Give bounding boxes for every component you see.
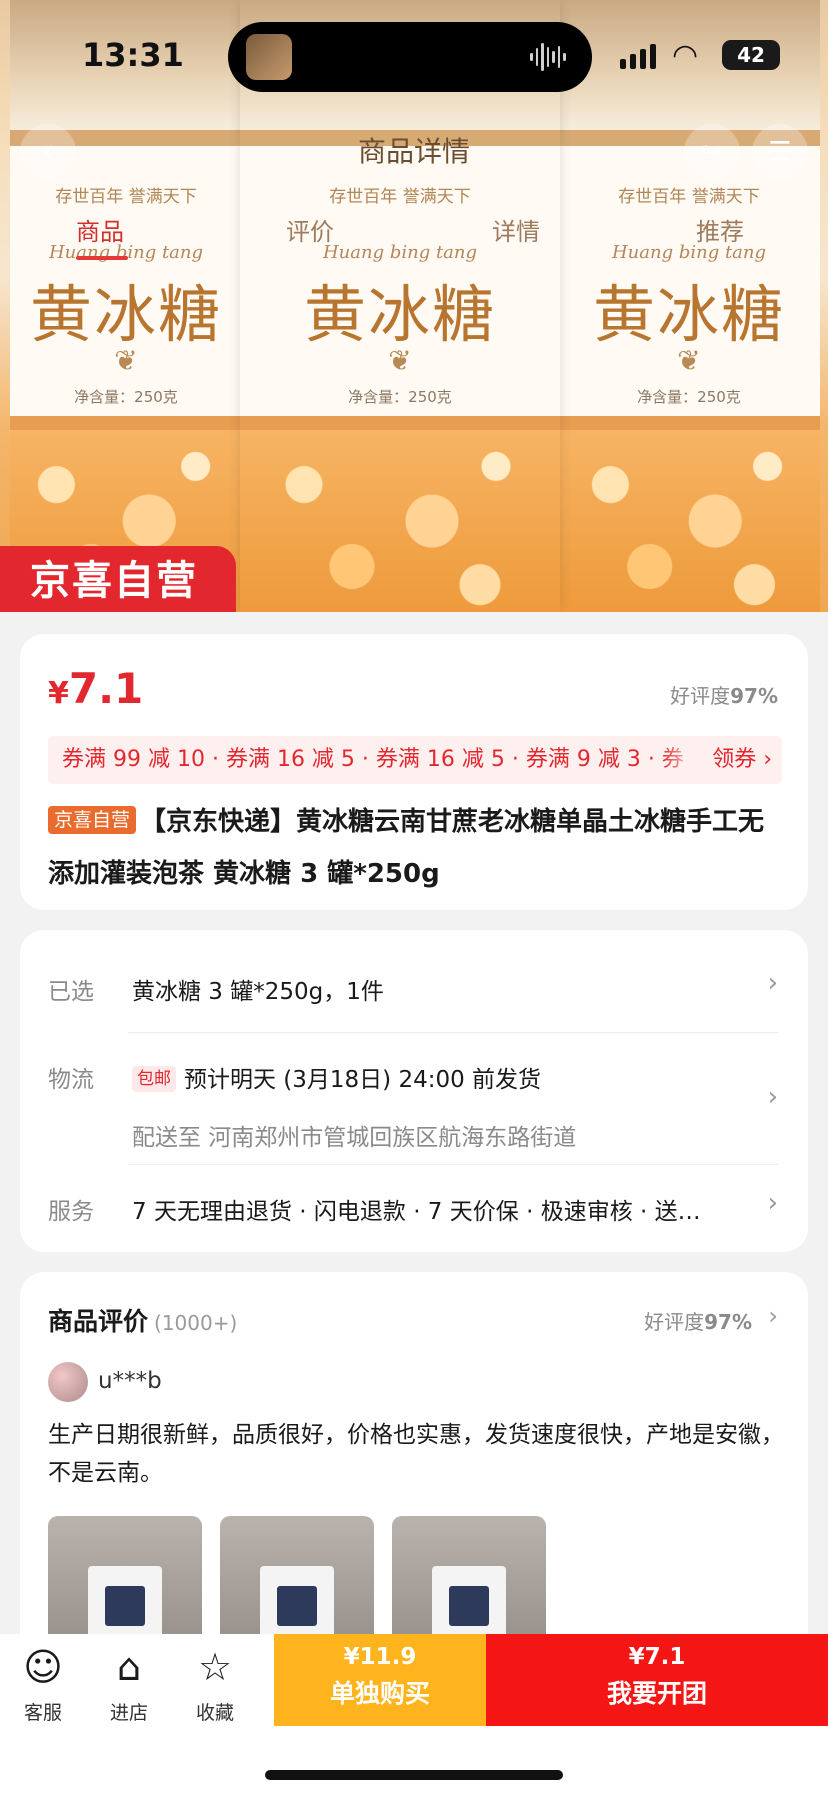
self-operated-tag: 京喜自营 xyxy=(48,806,137,834)
ship-time-text: 预计明天 (3月18日) 24:00 前发货 xyxy=(184,1067,542,1093)
chevron-right-icon[interactable]: › xyxy=(768,1302,778,1330)
audio-wave-icon xyxy=(530,42,567,72)
group-label: 我要开团 xyxy=(606,1679,707,1708)
price-value: 7.1 xyxy=(68,664,144,713)
wifi-icon: ◠ xyxy=(672,38,699,73)
status-time: 13:31 xyxy=(82,36,184,74)
more-menu-button[interactable]: ☰ xyxy=(752,124,808,180)
service-value: 7 天无理由退货 · 闪电退款 · 7 天价保 · 极速审核 · 送… xyxy=(132,1199,701,1225)
buy-alone-button[interactable]: ¥11.9 单独购买 xyxy=(274,1634,486,1726)
divider xyxy=(128,1164,778,1165)
review-title: 商品评价 xyxy=(48,1307,149,1336)
review-count: (1000+) xyxy=(154,1311,238,1335)
product-title: 京喜自营 【京东快递】黄冰糖云南甘蔗老冰糖单晶土冰糖手工无添加灌装泡茶 黄冰糖 3… xyxy=(48,796,788,900)
jar-name: 黄冰糖 xyxy=(29,278,222,351)
rating: 好评度97% xyxy=(670,680,778,709)
detail-tabs: 商品 评价 详情 推荐 xyxy=(0,212,828,252)
ornament-icon: ❦ xyxy=(114,344,138,377)
status-bar: 13:31 ◠ 42 xyxy=(0,0,828,110)
buy-alone-label: 单独购买 xyxy=(329,1679,430,1708)
customer-service-label: 客服 xyxy=(23,1702,62,1724)
coupon-list: 券满 99 减 10 · 券满 16 减 5 · 券满 16 减 5 · 券满 … xyxy=(62,747,684,772)
jar-name: 黄冰糖 xyxy=(592,278,785,351)
now-playing-artwork xyxy=(246,34,292,80)
jar-label: 存世百年 誉满天下 Huang bing tang 黄冰糖 ❦ 净含量：250克 xyxy=(240,130,560,430)
coupon-fade: 领券 › xyxy=(662,736,782,784)
review-text: 生产日期很新鲜，品质很好，价格也实惠，发货速度很快，产地是安徽，不是云南。 xyxy=(48,1422,784,1486)
divider xyxy=(128,1032,778,1033)
smiley-icon: ☺ xyxy=(23,1645,63,1689)
review-card: 商品评价 (1000+) 好评度97% › u***b 生产日期很新鲜，品质很好，… xyxy=(20,1272,808,1692)
chevron-right-icon: › xyxy=(767,1082,778,1112)
favorite-label: 收藏 xyxy=(195,1702,234,1724)
review-rating-value: 97% xyxy=(704,1310,752,1334)
free-shipping-badge: 包邮 xyxy=(132,1066,176,1092)
jar-name: 黄冰糖 xyxy=(303,278,496,351)
coupon-bar[interactable]: 券满 99 减 10 · 券满 16 减 5 · 券满 16 减 5 · 券满 … xyxy=(48,736,782,784)
store-button[interactable]: ⌂ 进店 xyxy=(94,1644,164,1725)
ornament-icon: ❦ xyxy=(677,344,701,377)
group-price: ¥7.1 xyxy=(628,1644,686,1670)
store-icon: ⌂ xyxy=(116,1645,142,1689)
share-button[interactable]: ↪ xyxy=(684,124,740,180)
jar-net: 净含量：250克 xyxy=(74,388,178,406)
avatar xyxy=(48,1362,88,1402)
product-title-text: 【京东快递】黄冰糖云南甘蔗老冰糖单晶土冰糖手工无添加灌装泡茶 黄冰糖 3 罐*2… xyxy=(48,807,765,889)
jar-subtitle: 存世百年 誉满天下 xyxy=(55,187,197,207)
review-rating[interactable]: 好评度97% xyxy=(644,1306,752,1335)
jar-net: 净含量：250克 xyxy=(637,388,741,406)
selected-value: 黄冰糖 3 罐*250g，1件 xyxy=(132,979,384,1005)
tab-reviews[interactable]: 评价 xyxy=(286,212,334,247)
price: ¥7.1 xyxy=(48,664,143,713)
reviewer-name: u***b xyxy=(98,1368,162,1394)
ornament-icon: ❦ xyxy=(388,344,412,377)
chevron-right-icon: › xyxy=(767,968,778,998)
logistics-label: 物流 xyxy=(48,1067,94,1093)
active-tab-indicator xyxy=(76,256,128,260)
tab-product[interactable]: 商品 xyxy=(76,212,124,247)
sugar-crystals xyxy=(558,430,820,612)
product-hero-image[interactable]: 存世百年 誉满天下 Huang bing tang 黄冰糖 ❦ 净含量：250克… xyxy=(0,0,828,612)
ship-time: 包邮 预计明天 (3月18日) 24:00 前发货 xyxy=(132,1060,541,1094)
star-icon: ☆ xyxy=(197,1645,233,1689)
chevron-right-icon: › xyxy=(767,1188,778,1218)
jar-net: 净含量：250克 xyxy=(348,388,452,406)
price-card: ¥7.1 好评度97% 券满 99 减 10 · 券满 16 减 5 · 券满 … xyxy=(20,634,808,910)
tab-recommend[interactable]: 推荐 xyxy=(696,212,744,247)
cellular-signal-icon xyxy=(620,44,656,69)
currency-symbol: ¥ xyxy=(48,676,69,711)
get-coupon-button[interactable]: 领券 › xyxy=(712,736,772,784)
sugar-crystals xyxy=(240,430,560,612)
tab-details[interactable]: 详情 xyxy=(492,212,540,247)
home-indicator[interactable] xyxy=(265,1770,563,1780)
service-label: 服务 xyxy=(48,1199,94,1225)
review-rating-label: 好评度 xyxy=(644,1310,705,1334)
rating-label: 好评度 xyxy=(670,684,731,708)
delivery-address: 配送至 河南郑州市管城回族区航海东路街道 xyxy=(132,1125,577,1151)
customer-service-button[interactable]: ☺ 客服 xyxy=(8,1644,78,1725)
jar-subtitle: 存世百年 誉满天下 xyxy=(618,187,760,207)
spec-card: 已选 黄冰糖 3 罐*250g，1件 › 物流 包邮 预计明天 (3月18日) 2… xyxy=(20,930,808,1252)
store-label: 进店 xyxy=(109,1702,148,1724)
buy-alone-price: ¥11.9 xyxy=(343,1644,417,1670)
start-group-button[interactable]: ¥7.1 我要开团 xyxy=(486,1634,828,1726)
jingxi-self-operated-banner: 京喜自营 xyxy=(0,546,236,612)
dynamic-island[interactable] xyxy=(228,22,592,92)
selected-label: 已选 xyxy=(48,979,94,1005)
battery-icon: 42 xyxy=(722,40,780,70)
review-header[interactable]: 商品评价 (1000+) xyxy=(48,1302,237,1338)
jar-subtitle: 存世百年 誉满天下 xyxy=(329,187,471,207)
favorite-button[interactable]: ☆ 收藏 xyxy=(180,1644,250,1725)
rating-value: 97% xyxy=(730,684,778,708)
